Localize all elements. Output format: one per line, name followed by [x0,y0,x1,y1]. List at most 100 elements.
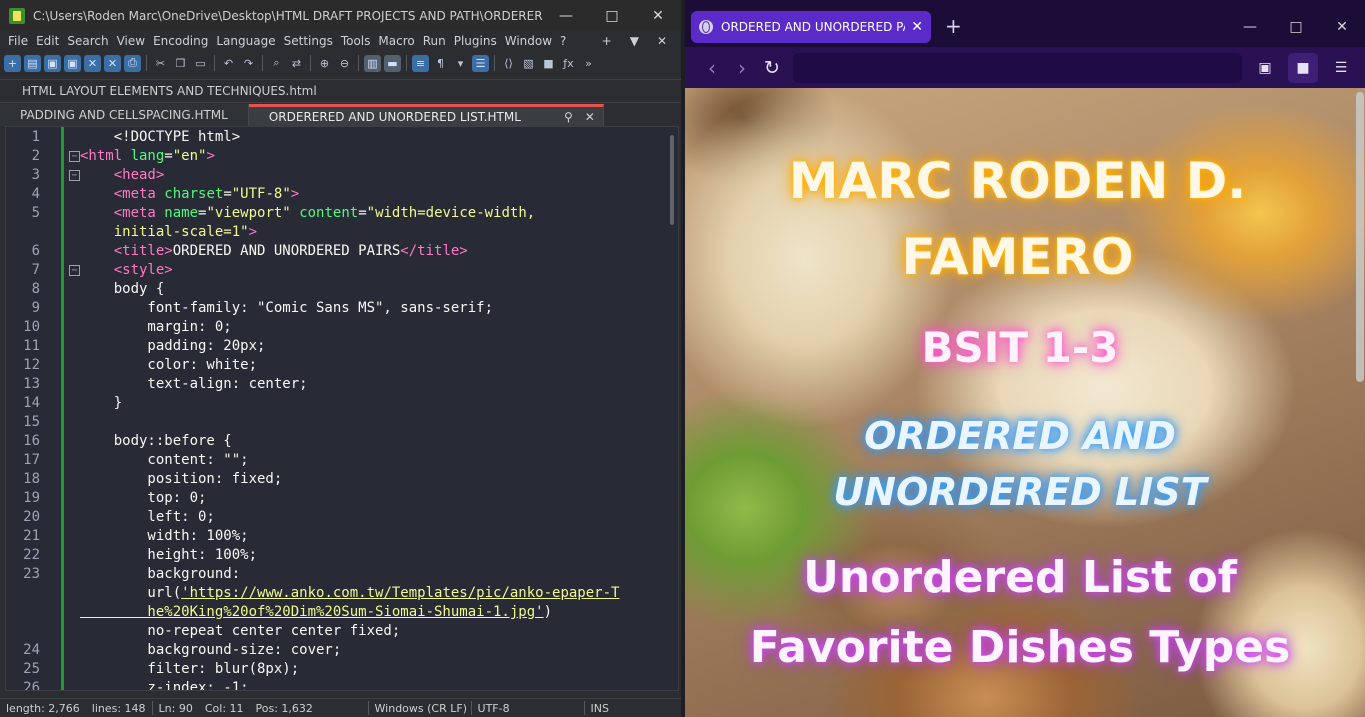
line-number: 12 [23,357,40,373]
fold-toggle-icon[interactable]: − [69,170,80,181]
forward-icon[interactable]: › [727,56,757,80]
code-text: body::before { [80,432,232,451]
code-text: body { [80,280,165,299]
fold-toggle-icon[interactable]: − [69,151,80,162]
document-map-icon[interactable]: ☰ [472,54,489,72]
code-token: = [358,205,367,221]
browser-tab-title: ORDERED AND UNORDERED PA [721,20,906,34]
line-number: 23 [23,566,40,582]
code-token: text-align: center; [80,376,308,392]
code-text: <title>ORDERED AND UNORDERED PAIRS</titl… [80,242,468,261]
editor-scrollbar[interactable] [670,135,674,225]
find-icon[interactable]: ⌕ [268,55,285,72]
profile-icon[interactable]: ■ [1288,52,1318,83]
tab-close-icon[interactable]: ✕ [585,110,595,124]
status-eol: Windows (CR LF) [374,701,467,715]
code-token: top: 0; [80,490,207,506]
close-button[interactable]: ✕ [635,0,681,31]
menu-icon[interactable]: ☰ [1326,53,1356,83]
toolbar-separator [494,55,495,71]
code-token: > [248,224,258,240]
code-token: body::before { [80,433,232,449]
back-icon[interactable]: ‹ [697,56,727,80]
close-file-icon[interactable]: ✕ [84,54,101,72]
tab-ordered-and-unordered-list[interactable]: ORDERERED AND UNORDERED LIST.HTML ⚲ ✕ [248,104,604,126]
open-file-icon[interactable]: ▤ [24,54,41,72]
bookmark-icon[interactable]: ■ [540,55,557,72]
menu-item-encoding[interactable]: Encoding [149,34,212,48]
code-token: he%20King%20of%20Dim%20Sum-Siomai-Shumai… [80,604,544,620]
code-token: <meta [80,205,165,221]
browser-tab[interactable]: ORDERED AND UNORDERED PA ✕ [691,11,931,43]
line-number: 8 [31,281,40,297]
menu-item-file[interactable]: File [4,34,32,48]
pin-icon[interactable]: ⚲ [564,110,573,124]
cut-icon[interactable]: ✂ [152,55,169,72]
reload-icon[interactable]: ↻ [757,57,787,79]
tab-list-icon[interactable]: ▼ [626,34,643,48]
menu-item-search[interactable]: Search [63,34,112,48]
line-number: 4 [31,186,40,202]
line-number: 18 [23,471,40,487]
save-all-icon[interactable]: ▣ [64,54,81,72]
copy-icon[interactable]: ❐ [172,55,189,72]
code-line: 1 <!DOCTYPE html> [6,128,678,147]
menu-item-window[interactable]: Window [501,34,556,48]
zoom-out-icon[interactable]: ⊖ [336,55,353,72]
undo-icon[interactable]: ↶ [220,55,237,72]
redo-icon[interactable]: ↷ [240,55,257,72]
word-wrap-icon[interactable]: ≡ [412,54,429,72]
zoom-in-icon[interactable]: ⊕ [316,55,333,72]
menu-item-view[interactable]: View [113,34,149,48]
new-tab-button[interactable]: + [945,13,962,39]
line-number: 24 [23,642,40,658]
code-token: left: 0; [80,509,215,525]
minimize-button[interactable]: — [1227,10,1273,44]
minimize-button[interactable]: — [543,0,589,31]
menu-item-run[interactable]: Run [419,34,450,48]
replace-icon[interactable]: ⇄ [288,55,305,72]
menu-item-plugins[interactable]: Plugins [450,34,501,48]
close-button[interactable]: ✕ [1319,10,1365,44]
menu-item-edit[interactable]: Edit [32,34,63,48]
new-tab-icon[interactable]: + [598,34,616,48]
paste-icon[interactable]: ▭ [192,55,209,72]
code-editor[interactable]: 1 <!DOCTYPE html> 2− <html lang="en"> 3− <h… [5,126,679,691]
close-doc-icon[interactable]: ✕ [653,34,671,48]
menu-item-language[interactable]: Language [212,34,279,48]
sync-scroll-icon[interactable]: ▥ [364,54,381,72]
indent-guide-icon[interactable]: ▾ [452,55,469,72]
project-tab[interactable]: HTML LAYOUT ELEMENTS AND TECHNIQUES.html [22,84,317,98]
function-icon[interactable]: ƒx [560,55,577,72]
sync-horizontal-icon[interactable]: ▬ [384,54,401,72]
tab-label: ORDERERED AND UNORDERED LIST.HTML [268,109,521,124]
code-token: > [206,148,215,164]
print-icon[interactable]: ⎙ [124,54,141,72]
folder-workspace-icon[interactable]: ▧ [520,55,537,72]
screenshot-icon[interactable]: ▣ [1250,53,1280,83]
toolbar-separator [146,55,147,71]
more-tools-icon[interactable]: » [580,55,597,72]
maximize-button[interactable]: □ [589,0,635,31]
maximize-button[interactable]: □ [1273,10,1319,44]
address-bar[interactable] [793,52,1242,83]
show-all-chars-icon[interactable]: ¶ [432,55,449,72]
code-token: position: fixed; [80,471,283,487]
fold-margin [40,508,80,527]
page-viewport[interactable]: MARC RODEN D. FAMERO BSIT 1-3 ORDERED AN… [685,88,1365,717]
close-all-icon[interactable]: ✕ [104,54,121,72]
fold-toggle-icon[interactable]: − [69,265,80,276]
code-text: he%20King%20of%20Dim%20Sum-Siomai-Shumai… [80,603,552,622]
function-list-icon[interactable]: ⟨⟩ [500,55,517,72]
menu-item-tools[interactable]: Tools [337,34,375,48]
menu-item-macro[interactable]: Macro [374,34,418,48]
new-file-icon[interactable]: + [4,54,21,72]
code-token: font-family: "Comic Sans MS", sans-serif… [80,300,494,316]
page-scrollbar[interactable] [1356,92,1364,382]
menu-item-[interactable]: ? [556,34,570,48]
tab-close-icon[interactable]: ✕ [911,19,923,35]
tab-controls: ⚲ ✕ [564,110,595,124]
tab-padding-and-cellspacing[interactable]: PADDING AND CELLSPACING.HTML [0,104,249,126]
menu-item-settings[interactable]: Settings [280,34,337,48]
save-icon[interactable]: ▣ [44,54,61,72]
